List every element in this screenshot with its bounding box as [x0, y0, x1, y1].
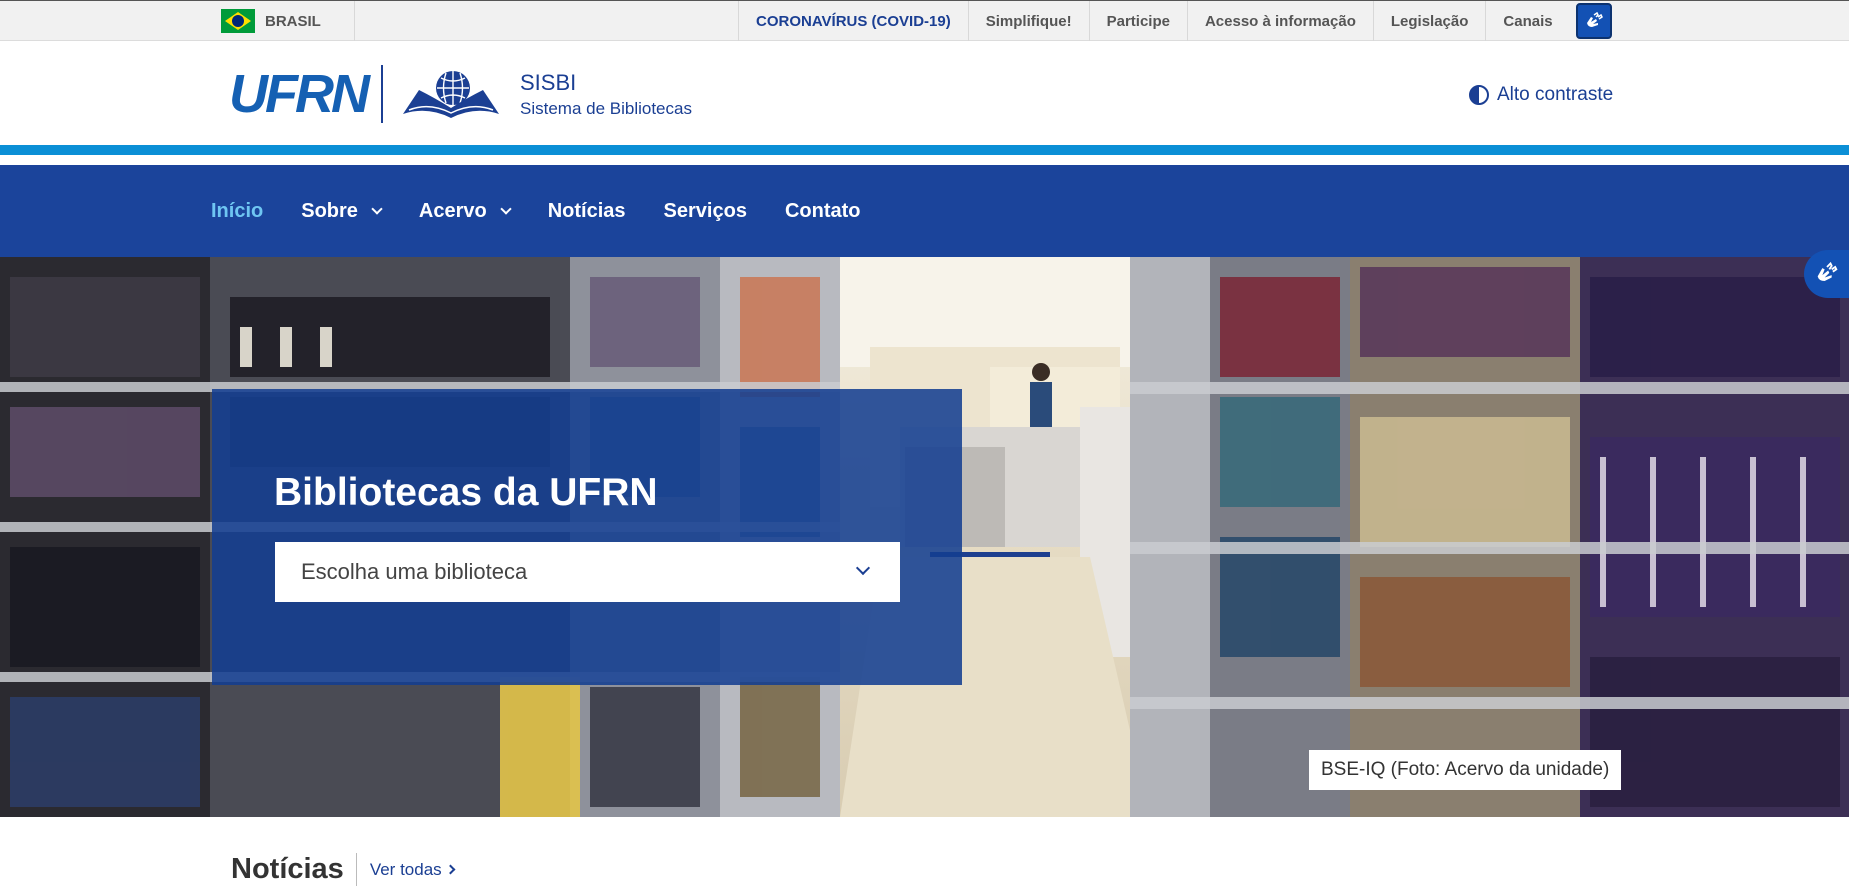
- gov-links: CORONAVÍRUS (COVID-19) Simplifique! Part…: [738, 1, 1612, 41]
- chevron-right-icon: [445, 864, 456, 875]
- news-section-header: Notícias Ver todas: [231, 853, 456, 886]
- see-all-news-link[interactable]: Ver todas: [369, 859, 456, 880]
- chevron-down-icon: [371, 202, 383, 215]
- gov-link-simplifique[interactable]: Simplifique!: [967, 1, 1089, 41]
- library-select[interactable]: Escolha uma biblioteca: [275, 542, 900, 602]
- logo-divider: [380, 65, 383, 123]
- gov-bar: BRASIL CORONAVÍRUS (COVID-19) Simplifiqu…: [0, 0, 1849, 41]
- main-nav: Início Sobre Acervo Notícias Serviços Co…: [0, 165, 1849, 257]
- news-title: Notícias: [231, 853, 357, 886]
- nav-item-contato[interactable]: Contato: [785, 200, 861, 223]
- chevron-down-icon: [855, 560, 871, 576]
- gov-brasil-link[interactable]: BRASIL: [221, 1, 355, 41]
- hero-panel: Bibliotecas da UFRN Escolha uma bibliote…: [212, 389, 962, 685]
- see-all-label: Ver todas: [369, 859, 442, 879]
- site-logo[interactable]: UFRN SISBI Sistema de Bibliotecas: [229, 65, 692, 123]
- vlibras-hands-icon: [1817, 261, 1838, 281]
- nav-item-label: Sobre: [301, 199, 358, 222]
- brazil-flag-icon: [221, 9, 255, 33]
- nav-item-inicio[interactable]: Início: [211, 200, 263, 223]
- nav-item-servicos[interactable]: Serviços: [664, 200, 747, 223]
- contrast-label: Alto contraste: [1497, 84, 1614, 105]
- ufrn-logo: UFRN: [229, 64, 370, 124]
- nav-item-acervo[interactable]: Acervo: [418, 199, 512, 223]
- gov-link-canais[interactable]: Canais: [1485, 1, 1569, 41]
- logo-text: SISBI Sistema de Bibliotecas: [520, 70, 692, 119]
- gov-link-legislacao[interactable]: Legislação: [1372, 1, 1486, 41]
- nav-item-label: Contato: [784, 199, 861, 222]
- nav-item-sobre[interactable]: Sobre: [301, 199, 383, 223]
- nav-item-label: Notícias: [547, 199, 626, 222]
- gov-link-participe[interactable]: Participe: [1088, 1, 1187, 41]
- nav-item-label: Início: [211, 199, 264, 222]
- library-select-placeholder: Escolha uma biblioteca: [301, 559, 528, 584]
- gov-link-acesso-informacao[interactable]: Acesso à informação: [1186, 1, 1373, 41]
- site-title: SISBI: [519, 69, 577, 95]
- photo-caption: BSE-IQ (Foto: Acervo da unidade): [1309, 750, 1622, 790]
- site-header: UFRN SISBI Sistema de Bibliotecas Alto c…: [0, 41, 1849, 155]
- site-subtitle: Sistema de Bibliotecas: [519, 98, 692, 118]
- sisbi-emblem-icon: [402, 71, 499, 118]
- gov-brasil-label: BRASIL: [265, 12, 321, 30]
- gov-link-covid[interactable]: CORONAVÍRUS (COVID-19): [738, 1, 968, 41]
- vlibras-widget-button[interactable]: [1804, 250, 1849, 298]
- hero-title: Bibliotecas da UFRN: [274, 471, 658, 514]
- contrast-icon: [1469, 85, 1489, 105]
- nav-item-label: Serviços: [663, 199, 747, 222]
- chevron-down-icon: [500, 202, 512, 215]
- vlibras-hands-icon[interactable]: [1575, 3, 1612, 39]
- nav-item-noticias[interactable]: Notícias: [548, 200, 626, 223]
- high-contrast-toggle[interactable]: Alto contraste: [1469, 84, 1613, 106]
- nav-item-label: Acervo: [418, 199, 487, 222]
- hero-banner: Bibliotecas da UFRN Escolha uma bibliote…: [0, 257, 1849, 817]
